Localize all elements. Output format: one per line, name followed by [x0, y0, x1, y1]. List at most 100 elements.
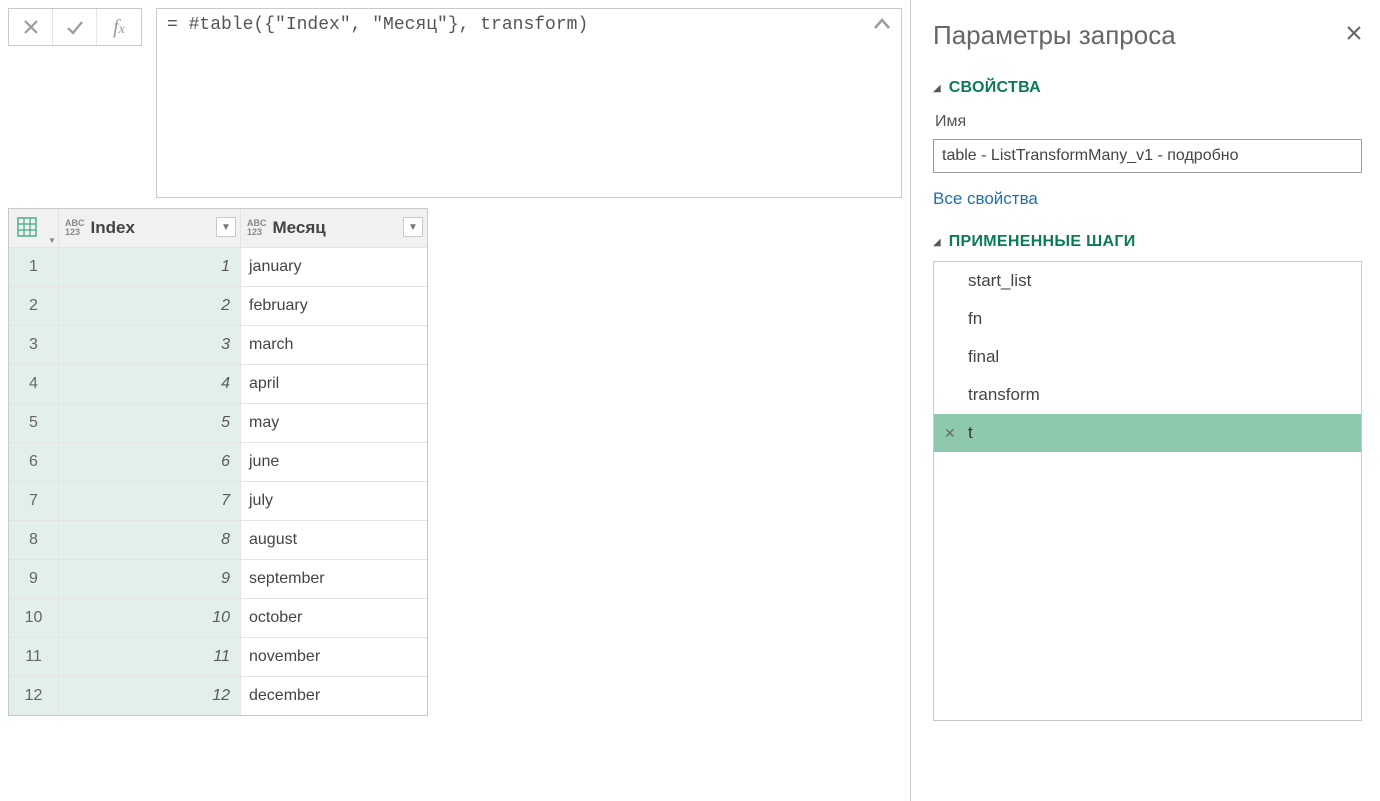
cell-index[interactable]: 11: [59, 638, 241, 676]
applied-step[interactable]: final: [934, 338, 1361, 376]
x-icon: [23, 19, 39, 35]
row-number-cell[interactable]: 7: [9, 482, 59, 520]
data-grid: ▼ ABC123 Index ▼ ABC123 Месяц ▼ 11januar…: [8, 208, 428, 716]
table-row[interactable]: 1111november: [9, 638, 427, 677]
column-filter-button[interactable]: ▼: [216, 217, 236, 237]
formula-controls: fx: [8, 8, 142, 46]
fx-icon: fx: [113, 16, 125, 39]
cell-month[interactable]: august: [241, 521, 427, 559]
table-row[interactable]: 22february: [9, 287, 427, 326]
fx-button[interactable]: fx: [97, 9, 141, 45]
formula-input[interactable]: = #table({"Index", "Месяц"}, transform): [156, 8, 902, 198]
formula-row: fx = #table({"Index", "Месяц"}, transfor…: [8, 8, 902, 198]
cell-index[interactable]: 7: [59, 482, 241, 520]
row-number-cell[interactable]: 12: [9, 677, 59, 715]
cell-index[interactable]: 2: [59, 287, 241, 325]
cell-month[interactable]: june: [241, 443, 427, 481]
row-number-cell[interactable]: 11: [9, 638, 59, 676]
cell-month[interactable]: july: [241, 482, 427, 520]
step-label: start_list: [968, 271, 1031, 291]
column-header-index[interactable]: ABC123 Index ▼: [59, 209, 241, 247]
name-field-value: table - ListTransformMany_v1 - подробно: [942, 147, 1239, 165]
cell-index[interactable]: 9: [59, 560, 241, 598]
cell-month[interactable]: may: [241, 404, 427, 442]
cell-month[interactable]: december: [241, 677, 427, 715]
check-icon: [66, 19, 84, 35]
column-header-month[interactable]: ABC123 Месяц ▼: [241, 209, 427, 247]
triangle-down-icon: ◢: [933, 83, 941, 94]
panel-title-row: Параметры запроса: [933, 20, 1362, 51]
cell-index[interactable]: 12: [59, 677, 241, 715]
name-field-input[interactable]: table - ListTransformMany_v1 - подробно: [933, 139, 1362, 173]
cell-index[interactable]: 8: [59, 521, 241, 559]
table-row[interactable]: 55may: [9, 404, 427, 443]
query-settings-panel: Параметры запроса ◢ СВОЙСТВА Имя table -…: [910, 0, 1380, 801]
row-number-cell[interactable]: 1: [9, 248, 59, 286]
step-label: fn: [968, 309, 982, 329]
type-any-icon: ABC123: [247, 219, 267, 237]
section-steps-header[interactable]: ◢ ПРИМЕНЕННЫЕ ШАГИ: [933, 233, 1362, 251]
cell-month[interactable]: february: [241, 287, 427, 325]
section-properties-label: СВОЙСТВА: [949, 79, 1041, 97]
accept-formula-button[interactable]: [53, 9, 97, 45]
row-number-cell[interactable]: 2: [9, 287, 59, 325]
applied-step[interactable]: start_list: [934, 262, 1361, 300]
grid-header-row: ▼ ABC123 Index ▼ ABC123 Месяц ▼: [9, 209, 427, 248]
table-row[interactable]: 88august: [9, 521, 427, 560]
row-number-cell[interactable]: 8: [9, 521, 59, 559]
collapse-formula-button[interactable]: [873, 17, 891, 37]
applied-step[interactable]: fn: [934, 300, 1361, 338]
row-number-cell[interactable]: 4: [9, 365, 59, 403]
table-row[interactable]: 77july: [9, 482, 427, 521]
row-number-cell[interactable]: 10: [9, 599, 59, 637]
cell-month[interactable]: september: [241, 560, 427, 598]
all-properties-link[interactable]: Все свойства: [933, 189, 1362, 209]
cell-index[interactable]: 5: [59, 404, 241, 442]
applied-steps-list: start_listfnfinaltransform✕t: [933, 261, 1362, 721]
table-row[interactable]: 66june: [9, 443, 427, 482]
table-row[interactable]: 99september: [9, 560, 427, 599]
step-label: t: [968, 423, 973, 443]
table-row[interactable]: 11january: [9, 248, 427, 287]
panel-title: Параметры запроса: [933, 20, 1176, 51]
chevron-up-icon: [873, 17, 891, 31]
column-filter-button[interactable]: ▼: [403, 217, 423, 237]
table-row[interactable]: 1010october: [9, 599, 427, 638]
cell-index[interactable]: 4: [59, 365, 241, 403]
type-any-icon: ABC123: [65, 219, 85, 237]
column-header-label: Месяц: [273, 218, 326, 238]
table-row[interactable]: 44april: [9, 365, 427, 404]
triangle-down-icon: ◢: [933, 237, 941, 248]
cell-month[interactable]: january: [241, 248, 427, 286]
formula-text: = #table({"Index", "Месяц"}, transform): [167, 15, 588, 35]
table-icon: [17, 217, 37, 237]
close-icon: [1346, 25, 1362, 41]
select-all-cell[interactable]: ▼: [9, 209, 59, 247]
table-row[interactable]: 33march: [9, 326, 427, 365]
cell-index[interactable]: 3: [59, 326, 241, 364]
step-label: final: [968, 347, 999, 367]
cell-index[interactable]: 6: [59, 443, 241, 481]
column-header-label: Index: [91, 218, 135, 238]
main-area: fx = #table({"Index", "Месяц"}, transfor…: [0, 0, 910, 801]
row-number-cell[interactable]: 5: [9, 404, 59, 442]
grid-body: 11january22february33march44april55may66…: [9, 248, 427, 715]
close-panel-button[interactable]: [1346, 24, 1362, 47]
cell-month[interactable]: march: [241, 326, 427, 364]
table-row[interactable]: 1212december: [9, 677, 427, 715]
section-steps-label: ПРИМЕНЕННЫЕ ШАГИ: [949, 233, 1136, 251]
applied-step[interactable]: transform: [934, 376, 1361, 414]
cell-month[interactable]: april: [241, 365, 427, 403]
name-field-label: Имя: [935, 113, 1362, 131]
cancel-formula-button[interactable]: [9, 9, 53, 45]
section-properties-header[interactable]: ◢ СВОЙСТВА: [933, 79, 1362, 97]
row-number-cell[interactable]: 6: [9, 443, 59, 481]
cell-month[interactable]: october: [241, 599, 427, 637]
cell-index[interactable]: 10: [59, 599, 241, 637]
applied-step[interactable]: ✕t: [934, 414, 1361, 452]
cell-month[interactable]: november: [241, 638, 427, 676]
delete-step-icon[interactable]: ✕: [944, 425, 956, 442]
cell-index[interactable]: 1: [59, 248, 241, 286]
row-number-cell[interactable]: 3: [9, 326, 59, 364]
row-number-cell[interactable]: 9: [9, 560, 59, 598]
